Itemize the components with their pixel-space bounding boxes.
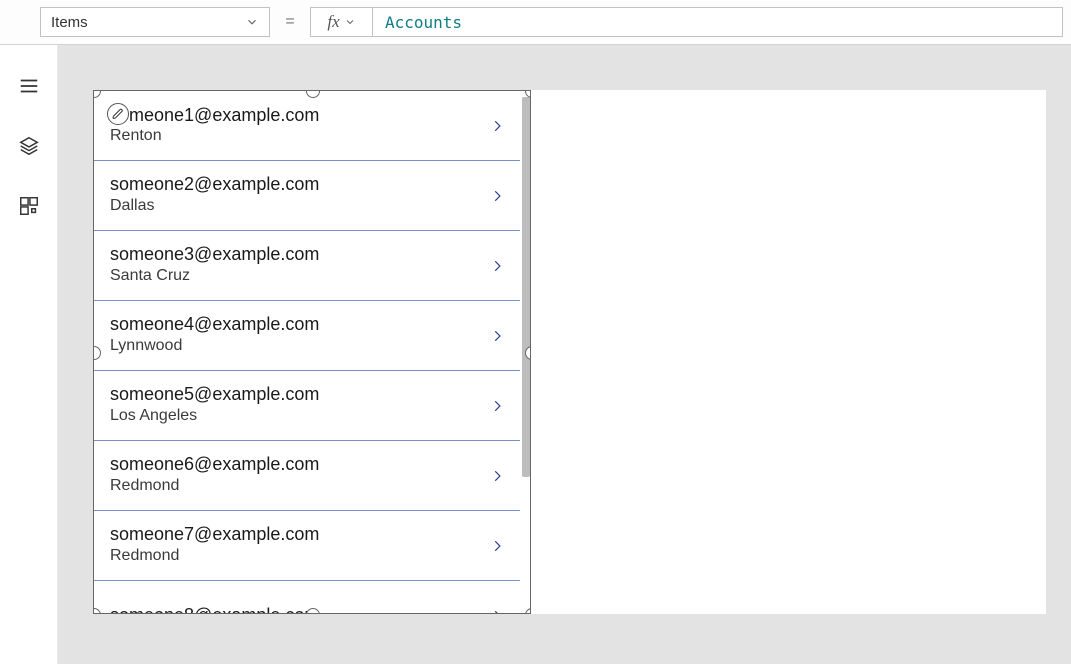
chevron-right-icon[interactable] bbox=[490, 604, 504, 614]
gallery-scroll: someone1@example.com Renton someone2@exa… bbox=[94, 91, 520, 613]
list-item[interactable]: someone3@example.com Santa Cruz bbox=[94, 231, 520, 301]
formula-text: Accounts bbox=[385, 13, 462, 32]
list-item-subtitle: Dallas bbox=[110, 196, 490, 217]
list-item[interactable]: someone5@example.com Los Angeles bbox=[94, 371, 520, 441]
chevron-down-icon bbox=[245, 15, 259, 29]
canvas-screen[interactable]: someone1@example.com Renton someone2@exa… bbox=[93, 90, 1046, 614]
pencil-icon[interactable] bbox=[107, 103, 129, 125]
list-item-title: someone4@example.com bbox=[110, 314, 490, 336]
list-item[interactable]: someone6@example.com Redmond bbox=[94, 441, 520, 511]
list-item-subtitle: Santa Cruz bbox=[110, 266, 490, 287]
chevron-right-icon[interactable] bbox=[490, 394, 504, 418]
formula-input[interactable]: Accounts bbox=[372, 7, 1063, 37]
chevron-right-icon[interactable] bbox=[490, 534, 504, 558]
list-item[interactable]: someone4@example.com Lynnwood bbox=[94, 301, 520, 371]
chevron-right-icon[interactable] bbox=[490, 184, 504, 208]
chevron-down-icon bbox=[344, 16, 356, 28]
canvas-area: someone1@example.com Renton someone2@exa… bbox=[58, 45, 1071, 664]
list-item-subtitle: Redmond bbox=[110, 546, 490, 567]
list-item-title: someone8@example.com bbox=[110, 605, 490, 613]
list-item-title: someone2@example.com bbox=[110, 174, 490, 196]
fx-button[interactable]: fx bbox=[310, 7, 372, 37]
layers-icon[interactable] bbox=[18, 135, 40, 157]
list-item-subtitle: Lynnwood bbox=[110, 336, 490, 357]
list-item-subtitle: Renton bbox=[110, 126, 490, 147]
list-item[interactable]: someone1@example.com Renton bbox=[94, 91, 520, 161]
list-item-title: someone7@example.com bbox=[110, 524, 490, 546]
formula-bar: Items = fx Accounts bbox=[0, 0, 1071, 45]
list-item-title: someone3@example.com bbox=[110, 244, 490, 266]
list-item-subtitle: Los Angeles bbox=[110, 406, 490, 427]
scrollbar[interactable] bbox=[522, 97, 530, 477]
property-dropdown-label: Items bbox=[51, 14, 88, 31]
list-item-title: someone6@example.com bbox=[110, 454, 490, 476]
chevron-right-icon[interactable] bbox=[490, 464, 504, 488]
list-item[interactable]: someone7@example.com Redmond bbox=[94, 511, 520, 581]
fx-label: fx bbox=[327, 12, 339, 32]
hamburger-icon[interactable] bbox=[18, 75, 40, 97]
list-item-title: someone1@example.com bbox=[110, 105, 490, 127]
chevron-right-icon[interactable] bbox=[490, 114, 504, 138]
chevron-right-icon[interactable] bbox=[490, 324, 504, 348]
list-item-title: someone5@example.com bbox=[110, 384, 490, 406]
list-item-subtitle: Redmond bbox=[110, 476, 490, 497]
selection-handle[interactable] bbox=[525, 608, 531, 614]
list-item[interactable]: someone2@example.com Dallas bbox=[94, 161, 520, 231]
property-dropdown[interactable]: Items bbox=[40, 7, 270, 37]
left-rail bbox=[0, 45, 58, 664]
components-icon[interactable] bbox=[18, 195, 40, 217]
list-item[interactable]: someone8@example.com bbox=[94, 581, 520, 613]
equals-sign: = bbox=[270, 13, 310, 31]
gallery-control[interactable]: someone1@example.com Renton someone2@exa… bbox=[93, 90, 531, 614]
chevron-right-icon[interactable] bbox=[490, 254, 504, 278]
